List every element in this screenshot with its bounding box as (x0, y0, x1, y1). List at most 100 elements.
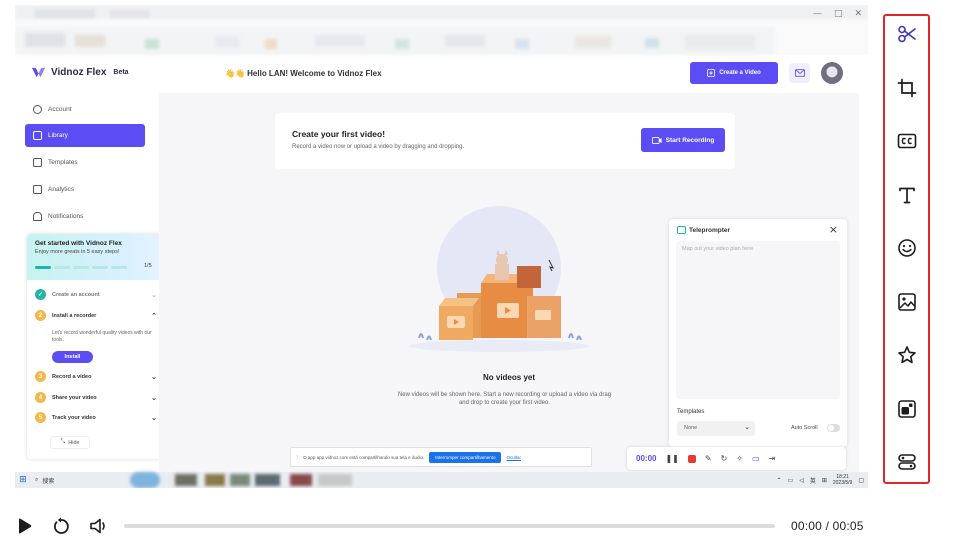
folder-icon (33, 131, 42, 140)
analytics-icon (33, 185, 42, 194)
teleprompter-toggle-icon[interactable]: ▭ (752, 454, 760, 463)
get-started-subtitle: Enjoy more greats in 5 easy steps! (35, 249, 120, 255)
volume-icon[interactable] (89, 517, 109, 535)
chevron-up-icon[interactable]: ⌃ (776, 477, 781, 484)
sidebar-item-analytics[interactable]: Analytics (25, 178, 145, 201)
step-label: Track your video (52, 414, 96, 421)
emoji-icon[interactable] (895, 236, 918, 259)
empty-state-subtitle: New videos will be shown here. Start a n… (397, 392, 612, 406)
star-icon[interactable] (895, 343, 918, 366)
replay-icon[interactable] (52, 517, 70, 535)
brand-name: Vidnoz Flex (51, 67, 107, 78)
image-icon[interactable] (895, 290, 918, 313)
vidnoz-logo-icon (31, 67, 46, 78)
captions-icon[interactable] (895, 129, 918, 152)
teleprompter-panel: Teleprompter × Map out your video plan h… (669, 219, 847, 447)
share-notice-text: O app app.vidnoz.com está compartilhando… (303, 454, 425, 460)
video-preview: — □ ✕ Vidnoz Flex Beta 👋👋 Hello LAN! Wel… (15, 5, 868, 488)
sidebar-item-label: Library (48, 132, 68, 139)
taskbar-search[interactable]: ⌕ 搜索 (31, 472, 123, 488)
check-icon: ✓ (35, 289, 46, 300)
get-started-header: Get started with Vidnoz Flex Enjoy more … (27, 234, 165, 280)
time-readout: 00:00 / 00:05 (791, 519, 864, 533)
blurred-browser-bar: — □ ✕ (15, 5, 868, 55)
close-icon[interactable]: × (829, 223, 838, 236)
step-number: 3 (35, 371, 46, 382)
notifications-icon[interactable]: ▢ (858, 477, 864, 484)
auto-scroll-toggle[interactable] (827, 424, 840, 432)
keyboard-icon[interactable]: ⊞ (822, 477, 827, 484)
sidebar-item-templates[interactable]: Templates (25, 151, 145, 174)
step-create-account[interactable]: ✓ Create an account ⌄ (35, 289, 157, 300)
install-description: Let's record wonderful quality videos wi… (52, 330, 152, 343)
clock-date: 2023/5/9 (832, 480, 853, 486)
seek-bar[interactable] (124, 524, 775, 528)
chevron-down-icon: ⌄ (151, 394, 157, 402)
template-select[interactable]: None ⌄ (677, 421, 755, 436)
network-icon[interactable]: ▭ (788, 477, 794, 484)
progress-segment (35, 266, 51, 269)
crop-icon[interactable] (895, 76, 918, 99)
pause-icon[interactable]: ❚❚ (665, 454, 678, 463)
play-icon[interactable] (15, 517, 33, 535)
ime-indicator[interactable]: 英 (810, 476, 816, 485)
get-started-card: Get started with Vidnoz Flex Enjoy more … (27, 234, 165, 459)
exit-icon[interactable]: ⇥ (769, 454, 776, 463)
chevron-down-icon: ⌄ (151, 291, 157, 299)
layout-icon[interactable] (895, 450, 918, 473)
windows-start-icon[interactable]: ⊞ (15, 475, 31, 485)
recorder-control-bar: 00:00 ❚❚ ✎ ↻ ✧ ▭ ⇥ (627, 447, 846, 470)
stop-sharing-button[interactable]: Interromper compartilhamento (429, 451, 502, 463)
sidebar-item-label: Templates (48, 159, 78, 166)
teleprompter-icon (677, 226, 686, 234)
video-editor: — □ ✕ Vidnoz Flex Beta 👋👋 Hello LAN! Wel… (0, 0, 961, 543)
close-icon[interactable]: ✕ (854, 9, 862, 19)
sticker-icon[interactable] (895, 397, 918, 420)
teleprompter-textarea[interactable]: Map out your video plan here (676, 241, 840, 399)
step-label: Record a video (52, 373, 92, 380)
scissors-icon[interactable] (895, 22, 918, 45)
progress-segment (111, 266, 127, 269)
sidebar-item-notifications[interactable]: Notifications (25, 205, 145, 228)
hide-label: Hide (68, 439, 80, 446)
mail-button[interactable] (789, 63, 810, 83)
teleprompter-title: Teleprompter (689, 227, 731, 234)
step-track-video[interactable]: 5 Track your video ⌄ (35, 412, 157, 423)
start-recording-button[interactable]: Start Recording (641, 128, 725, 152)
search-icon: ⌕ (35, 476, 39, 483)
text-icon[interactable] (895, 183, 918, 206)
steps-progress-count: 1/5 (144, 263, 152, 269)
stop-record-icon[interactable] (687, 454, 696, 463)
progress-segment (92, 266, 108, 269)
create-video-button[interactable]: Create a Video (690, 62, 778, 84)
auto-scroll-label: Auto Scroll (791, 425, 818, 431)
taskbar-clock[interactable]: 18:21 2023/5/9 (833, 474, 852, 486)
edit-toolbar (883, 14, 930, 484)
maximize-icon[interactable]: □ (834, 9, 843, 19)
step-label: Create an account (52, 291, 100, 298)
minimize-icon[interactable]: — (813, 9, 822, 19)
hide-notice-link[interactable]: Ocultar (506, 455, 521, 460)
taskbar-search-label: 搜索 (42, 478, 55, 485)
mail-icon (794, 69, 805, 77)
greeting-text: 👋👋 Hello LAN! Welcome to Vidnoz Flex (225, 69, 382, 78)
share-notice-icon: ⫶ (297, 454, 299, 460)
user-avatar[interactable] (821, 62, 843, 84)
step-record-video[interactable]: 3 Record a video ⌄ (35, 371, 157, 382)
restart-icon[interactable]: ↻ (721, 454, 728, 463)
step-install-recorder[interactable]: 2 Install a recorder ⌃ (35, 310, 157, 321)
start-recording-label: Start Recording (665, 136, 715, 144)
install-button[interactable]: Install (52, 351, 93, 363)
teleprompter-placeholder: Map out your video plan here (682, 246, 754, 252)
hide-button[interactable]: ⤡ Hide (50, 436, 90, 449)
effects-icon[interactable]: ✧ (736, 454, 743, 463)
window-controls: — □ ✕ (813, 9, 862, 19)
step-share-video[interactable]: 4 Share your video ⌄ (35, 392, 157, 403)
pen-icon[interactable]: ✎ (705, 454, 712, 463)
get-started-title: Get started with Vidnoz Flex (35, 240, 122, 247)
sidebar-item-library[interactable]: Library (25, 124, 145, 147)
sidebar-item-account[interactable]: Account (25, 98, 145, 121)
volume-icon[interactable]: ◁ (799, 477, 804, 484)
cta-subtitle: Record a video now or upload a video by … (292, 144, 465, 150)
step-label: Share your video (52, 394, 97, 401)
